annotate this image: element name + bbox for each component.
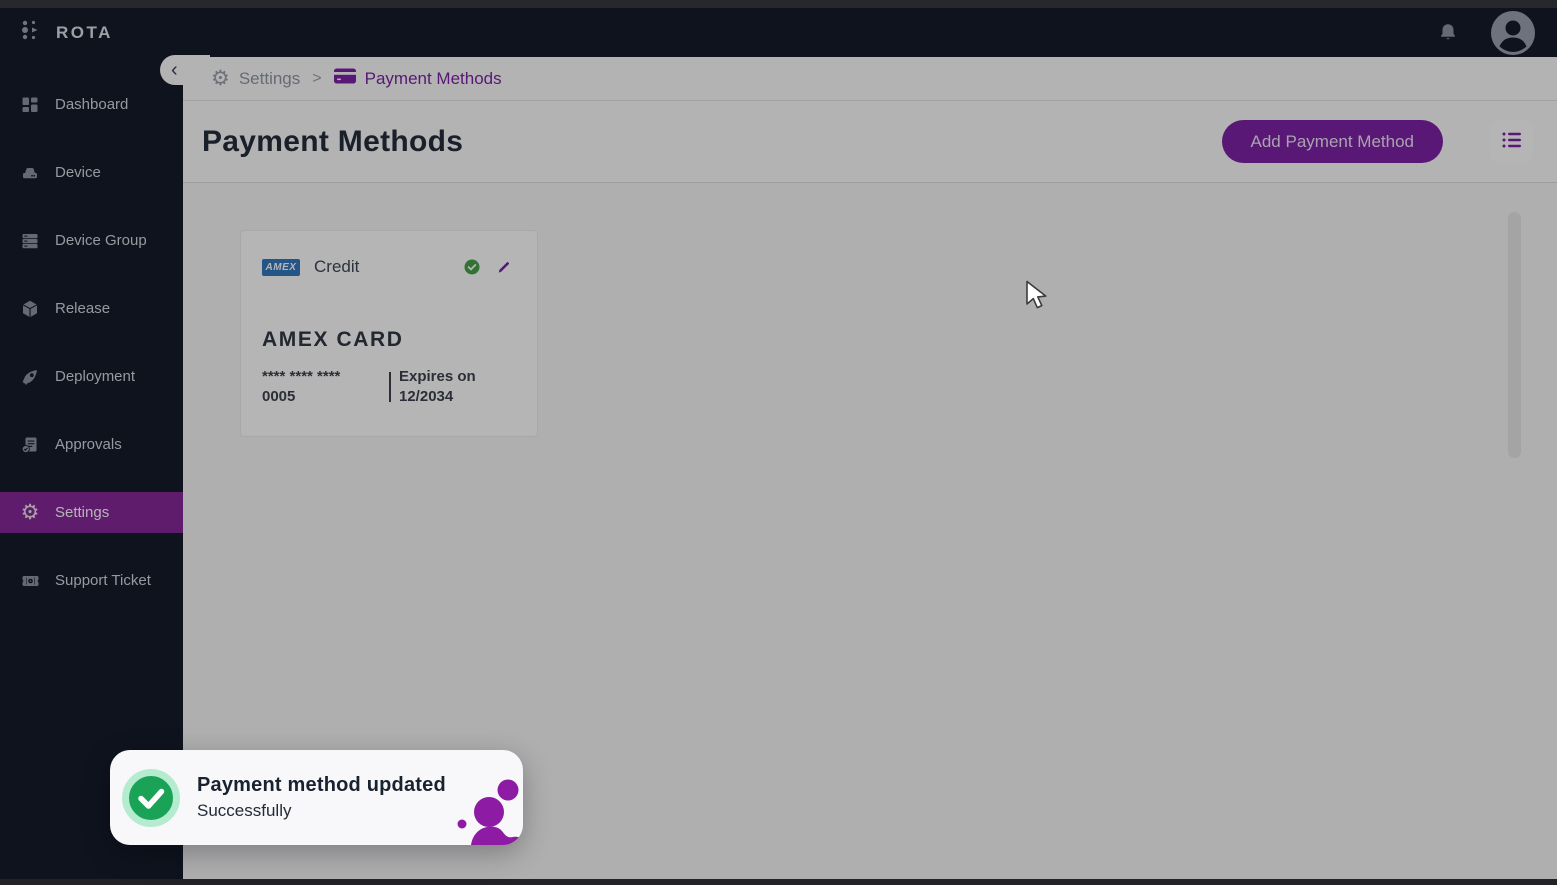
toast-subtitle: Successfully (197, 801, 446, 821)
toast-title: Payment method updated (197, 774, 446, 797)
success-check-icon (122, 769, 180, 827)
toast-text: Payment method updated Successfully (197, 774, 446, 821)
purple-splash-decoration (443, 750, 523, 845)
success-toast: Payment method updated Successfully (110, 750, 523, 845)
